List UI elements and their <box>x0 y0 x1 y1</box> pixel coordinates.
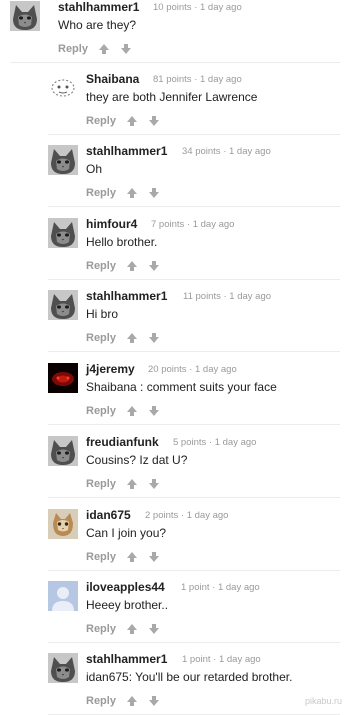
comment-username[interactable]: iloveapples44 <box>86 580 165 594</box>
downvote-arrow-icon[interactable] <box>148 260 160 272</box>
comment-meta: 7 points · 1 day ago <box>151 219 235 230</box>
comment-text: Who are they? <box>58 18 137 32</box>
comment-divider <box>48 424 340 425</box>
comment-meta: 20 points · 1 day ago <box>148 364 237 375</box>
downvote-arrow-icon[interactable] <box>148 187 160 199</box>
comment-divider <box>48 497 340 498</box>
upvote-arrow-icon[interactable] <box>126 332 138 344</box>
comment-username[interactable]: j4jeremy <box>86 362 135 376</box>
upvote-arrow-icon[interactable] <box>98 43 110 55</box>
comment-meta: 10 points · 1 day ago <box>153 2 242 13</box>
upvote-arrow-icon[interactable] <box>126 187 138 199</box>
downvote-arrow-icon[interactable] <box>148 115 160 127</box>
reply-button[interactable]: Reply <box>86 332 116 344</box>
upvote-arrow-icon[interactable] <box>126 115 138 127</box>
comment-divider <box>48 642 340 643</box>
comment-actions: Reply <box>86 695 160 707</box>
reply-button[interactable]: Reply <box>86 478 116 490</box>
comment-divider <box>48 134 340 135</box>
downvote-arrow-icon[interactable] <box>148 332 160 344</box>
comment-actions: Reply <box>86 260 160 272</box>
comment-text: idan675: You'll be our retarded brother. <box>86 670 293 684</box>
comment-username[interactable]: freudianfunk <box>86 435 159 449</box>
downvote-arrow-icon[interactable] <box>148 478 160 490</box>
comment-actions: Reply <box>86 187 160 199</box>
reply-button[interactable]: Reply <box>86 695 116 707</box>
comment-username[interactable]: stahlhammer1 <box>58 0 139 14</box>
comment-actions: Reply <box>86 332 160 344</box>
red-dark-avatar-icon[interactable] <box>48 363 78 393</box>
comment-text: Cousins? Iz dat U? <box>86 453 188 467</box>
cat-avatar-icon[interactable] <box>48 145 78 175</box>
cat-avatar-icon[interactable] <box>48 290 78 320</box>
kitten-avatar-icon[interactable] <box>48 509 78 539</box>
comment-divider <box>48 206 340 207</box>
comment-actions: Reply <box>58 43 132 55</box>
comment-username[interactable]: stahlhammer1 <box>86 144 167 158</box>
downvote-arrow-icon[interactable] <box>148 551 160 563</box>
reply-button[interactable]: Reply <box>86 623 116 635</box>
comment-text: Oh <box>86 162 103 176</box>
comment-text: Hi bro <box>86 307 119 321</box>
comment-meta: 1 point · 1 day ago <box>182 654 261 665</box>
sketch-avatar-icon[interactable] <box>48 73 78 103</box>
reply-button[interactable]: Reply <box>86 551 116 563</box>
comment-text: Heeey brother.. <box>86 598 169 612</box>
comment-username[interactable]: stahlhammer1 <box>86 289 167 303</box>
comment-text: they are both Jennifer Lawrence <box>86 90 258 104</box>
comment-username[interactable]: himfour4 <box>86 217 137 231</box>
reply-button[interactable]: Reply <box>86 260 116 272</box>
comment-meta: 5 points · 1 day ago <box>173 437 257 448</box>
comment-actions: Reply <box>86 551 160 563</box>
comment-meta: 2 points · 1 day ago <box>145 510 229 521</box>
comment-username[interactable]: stahlhammer1 <box>86 652 167 666</box>
comment-divider <box>10 62 340 63</box>
comment-divider <box>48 570 340 571</box>
comment-meta: 1 point · 1 day ago <box>181 582 260 593</box>
cat-avatar-icon[interactable] <box>48 653 78 683</box>
comment-actions: Reply <box>86 478 160 490</box>
comment-text: Hello brother. <box>86 235 158 249</box>
cat-avatar-icon[interactable] <box>48 436 78 466</box>
comment-meta: 11 points · 1 day ago <box>183 291 272 302</box>
reply-button[interactable]: Reply <box>86 405 116 417</box>
upvote-arrow-icon[interactable] <box>126 405 138 417</box>
comment-divider <box>48 279 340 280</box>
downvote-arrow-icon[interactable] <box>120 43 132 55</box>
comment-meta: 81 points · 1 day ago <box>153 74 242 85</box>
upvote-arrow-icon[interactable] <box>126 623 138 635</box>
comment-username[interactable]: idan675 <box>86 508 131 522</box>
cat-avatar-icon[interactable] <box>48 218 78 248</box>
comment-username[interactable]: Shaibana <box>86 72 139 86</box>
reply-button[interactable]: Reply <box>58 43 88 55</box>
comment-divider <box>48 351 340 352</box>
watermark: pikabu.ru <box>304 696 342 706</box>
upvote-arrow-icon[interactable] <box>126 260 138 272</box>
comment-actions: Reply <box>86 623 160 635</box>
comment-meta: 34 points · 1 day ago <box>182 146 271 157</box>
comment-actions: Reply <box>86 405 160 417</box>
upvote-arrow-icon[interactable] <box>126 551 138 563</box>
downvote-arrow-icon[interactable] <box>148 405 160 417</box>
downvote-arrow-icon[interactable] <box>148 695 160 707</box>
comment-actions: Reply <box>86 115 160 127</box>
upvote-arrow-icon[interactable] <box>126 695 138 707</box>
comment-text: Can I join you? <box>86 526 167 540</box>
reply-button[interactable]: Reply <box>86 115 116 127</box>
upvote-arrow-icon[interactable] <box>126 478 138 490</box>
comment-text: Shaibana : comment suits your face <box>86 380 277 394</box>
default-user-avatar-icon[interactable] <box>48 581 78 611</box>
reply-button[interactable]: Reply <box>86 187 116 199</box>
cat-avatar-icon[interactable] <box>10 1 40 31</box>
downvote-arrow-icon[interactable] <box>148 623 160 635</box>
